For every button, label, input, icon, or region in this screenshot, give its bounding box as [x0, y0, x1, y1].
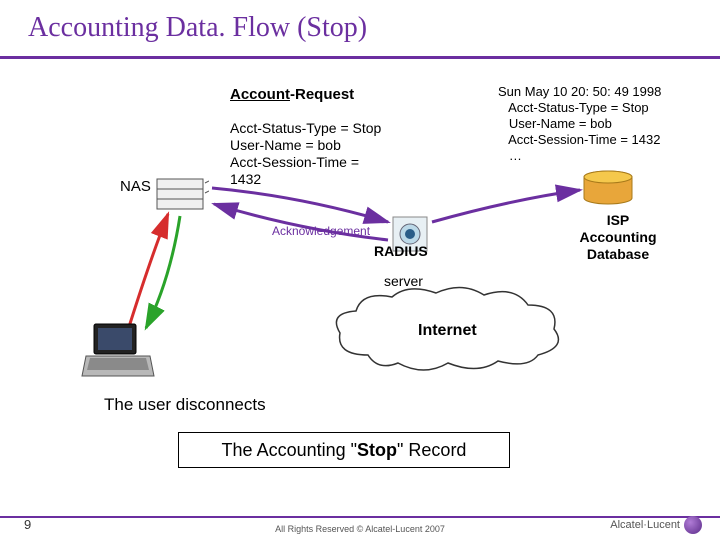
account-request-heading-rest: -Request — [290, 86, 354, 103]
stop-record-box: The Accounting "Stop" Record — [178, 432, 510, 468]
server-label: server — [384, 273, 423, 289]
database-title: ISP Accounting Database — [563, 212, 673, 263]
internet-label: Internet — [418, 322, 477, 340]
brand-logo: Alcatel·Lucent — [610, 516, 702, 534]
account-request-heading-underlined: Account — [230, 86, 290, 103]
acknowledgement-label: Acknowledgement — [272, 224, 370, 238]
nas-label: NAS — [120, 178, 151, 195]
slide-title: Accounting Data. Flow (Stop) — [28, 12, 367, 44]
radius-label: RADIUS — [374, 243, 428, 259]
account-request-heading: Account-Request — [230, 86, 354, 103]
stop-record-prefix: The Accounting " — [222, 440, 357, 460]
database-icon — [582, 170, 634, 206]
user-disconnects-label: The user disconnects — [104, 395, 266, 415]
stop-record-word: Stop — [357, 440, 397, 460]
nas-icon — [155, 175, 209, 213]
account-request-body: Acct-Status-Type = Stop User-Name = bob … — [230, 120, 381, 188]
stop-record-suffix: " Record — [397, 440, 466, 460]
laptop-icon — [80, 320, 155, 385]
slide: Accounting Data. Flow (Stop) — [0, 0, 720, 540]
brand-logo-swirl-icon — [684, 516, 702, 534]
database-log: Sun May 10 20: 50: 49 1998 Acct-Status-T… — [498, 84, 661, 164]
brand-logo-text: Alcatel·Lucent — [610, 519, 680, 531]
title-underline — [0, 56, 720, 59]
